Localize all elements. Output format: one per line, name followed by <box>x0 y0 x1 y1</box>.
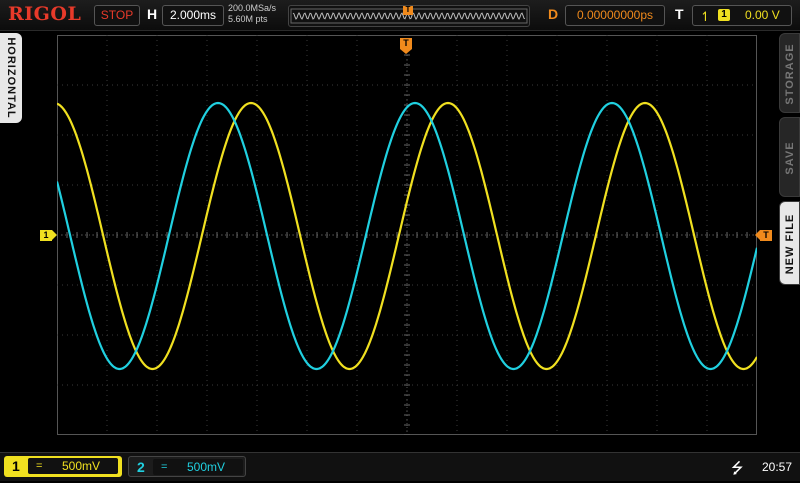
menu-tab-save-label: SAVE <box>784 141 796 175</box>
ch2-number: 2 <box>137 459 145 475</box>
top-status-bar: RIGOL STOP H 2.000ms 200.0MSa/s 5.60M pt… <box>0 0 800 31</box>
rising-edge-icon: ↿ <box>700 9 711 24</box>
memory-trigger-marker: T <box>403 6 413 15</box>
sample-rate: 200.0MSa/s <box>228 3 277 13</box>
trigger-source-badge: 1 <box>718 9 730 21</box>
clock: 20:57 <box>762 460 793 474</box>
trigger-level: 0.00 V <box>745 8 780 22</box>
brand-logo: RIGOL <box>8 3 82 25</box>
acquisition-info: 200.0MSa/s 5.60M pts <box>228 3 276 25</box>
trigger-readout[interactable]: ↿ 1 0.00 V <box>692 5 792 26</box>
menu-tab-save[interactable]: SAVE <box>779 117 800 197</box>
run-stop-button[interactable]: STOP <box>94 5 140 26</box>
ch1-scale-box[interactable]: 1 = 500mV <box>4 456 122 477</box>
trigger-label: T <box>675 6 684 22</box>
trigger-position-marker[interactable]: T <box>400 38 412 54</box>
ch2-readout: = 500mV <box>153 459 243 475</box>
timebase-readout[interactable]: 2.000ms <box>162 5 224 26</box>
memory-overview[interactable]: T <box>288 5 530 27</box>
graticule <box>57 35 757 435</box>
waveform-display[interactable] <box>57 35 757 435</box>
menu-tab-storage[interactable]: STORAGE <box>779 33 800 113</box>
dc-coupling-icon: = <box>161 461 168 473</box>
ch1-offset-marker[interactable]: 1 <box>40 230 57 241</box>
delay-readout[interactable]: 0.00000000ps <box>565 5 665 26</box>
horizontal-menu-tab[interactable]: HORIZONTAL <box>0 33 22 123</box>
menu-tab-new-file[interactable]: NEW FILE <box>779 201 800 285</box>
softkey-menu: STORAGE SAVE NEW FILE <box>779 33 800 285</box>
trigger-level-marker[interactable]: T <box>755 230 772 241</box>
horizontal-menu-label: HORIZONTAL <box>5 37 17 119</box>
ch1-number: 1 <box>12 458 20 474</box>
bottom-status-bar: 1 = 500mV 2 = 500mV ⭍ 20:57 <box>0 452 800 481</box>
ch1-scale: 500mV <box>62 459 101 473</box>
ch2-scale: 500mV <box>187 460 226 474</box>
menu-tab-storage-label: STORAGE <box>784 43 796 105</box>
ch1-readout: = 500mV <box>28 458 118 474</box>
dc-coupling-icon: = <box>36 460 43 472</box>
delay-label: D <box>548 6 559 22</box>
horizontal-label: H <box>147 6 158 22</box>
memory-depth: 5.60M pts <box>228 14 268 24</box>
ch2-scale-box[interactable]: 2 = 500mV <box>128 456 246 477</box>
menu-tab-new-file-label: NEW FILE <box>784 213 796 275</box>
usb-icon: ⭍ <box>731 460 744 477</box>
